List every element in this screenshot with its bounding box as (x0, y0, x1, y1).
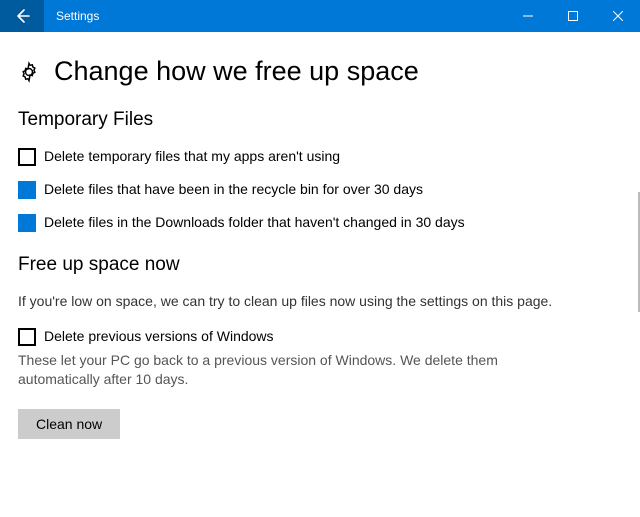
close-icon (613, 11, 623, 21)
previous-versions-help: These let your PC go back to a previous … (18, 351, 578, 389)
section-temp-heading: Temporary Files (18, 109, 610, 131)
checkbox-icon (18, 181, 36, 199)
minimize-icon (523, 11, 533, 21)
close-button[interactable] (595, 0, 640, 32)
window-title: Settings (44, 0, 505, 32)
checkbox-label: Delete temporary files that my apps aren… (44, 147, 340, 166)
checkbox-label: Delete previous versions of Windows (44, 327, 274, 346)
checkbox-downloads[interactable]: Delete files in the Downloads folder tha… (18, 213, 578, 232)
checkbox-recycle-bin[interactable]: Delete files that have been in the recyc… (18, 180, 578, 199)
window-controls (505, 0, 640, 32)
gear-icon (18, 61, 40, 83)
content-area: Change how we free up space Temporary Fi… (0, 32, 640, 517)
section-freeup-heading: Free up space now (18, 254, 610, 276)
minimize-button[interactable] (505, 0, 550, 32)
maximize-button[interactable] (550, 0, 595, 32)
page-title: Change how we free up space (54, 56, 419, 87)
checkbox-label: Delete files that have been in the recyc… (44, 180, 423, 199)
back-button[interactable] (0, 0, 44, 32)
checkbox-icon (18, 328, 36, 346)
titlebar: Settings (0, 0, 640, 32)
clean-now-button[interactable]: Clean now (18, 409, 120, 439)
back-arrow-icon (14, 8, 30, 24)
checkbox-delete-temp-files[interactable]: Delete temporary files that my apps aren… (18, 147, 578, 166)
checkbox-previous-versions[interactable]: Delete previous versions of Windows (18, 327, 578, 346)
freeup-body: If you're low on space, we can try to cl… (18, 292, 578, 311)
maximize-icon (568, 11, 578, 21)
checkbox-icon (18, 148, 36, 166)
checkbox-label: Delete files in the Downloads folder tha… (44, 213, 465, 232)
checkbox-icon (18, 214, 36, 232)
